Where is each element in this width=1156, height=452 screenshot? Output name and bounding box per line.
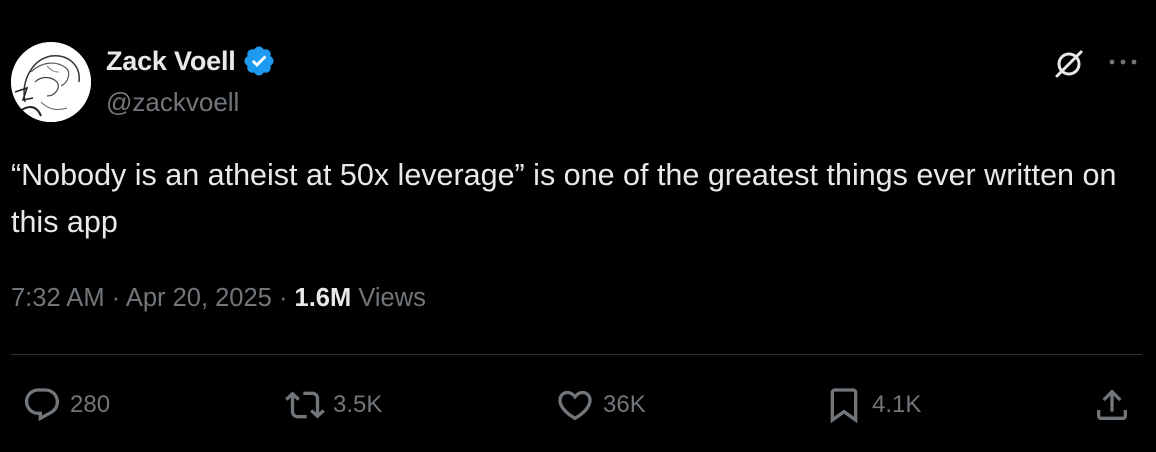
like-count: 36K bbox=[603, 391, 646, 418]
tweet-meta: 7:32 AM · Apr 20, 2025 · 1.6M Views bbox=[11, 284, 426, 313]
meta-separator: · bbox=[271, 284, 295, 312]
author-name-row[interactable]: Zack Voell bbox=[106, 44, 276, 78]
verified-badge-icon bbox=[244, 46, 274, 76]
tweet-text: “Nobody is an atheist at 50x leverage” i… bbox=[11, 158, 1117, 239]
divider bbox=[11, 354, 1142, 355]
bookmark-count: 4.1K bbox=[872, 391, 922, 418]
author-handle[interactable]: @zackvoell bbox=[106, 87, 239, 118]
bookmark-icon bbox=[830, 388, 858, 424]
repost-count: 3.5K bbox=[333, 391, 383, 418]
more-icon[interactable] bbox=[1106, 52, 1140, 72]
bookmark-button[interactable]: 4.1K bbox=[824, 385, 921, 425]
tweet-time[interactable]: 7:32 AM bbox=[11, 284, 105, 312]
tweet-date[interactable]: Apr 20, 2025 bbox=[126, 284, 272, 312]
reply-button[interactable]: 280 bbox=[22, 385, 110, 425]
views-label: Views bbox=[358, 284, 426, 312]
grok-icon[interactable] bbox=[1053, 48, 1085, 80]
avatar-sketch-icon bbox=[11, 42, 91, 122]
like-button[interactable]: 36K bbox=[555, 385, 646, 425]
like-icon bbox=[558, 390, 592, 421]
repost-icon bbox=[285, 391, 325, 419]
avatar[interactable] bbox=[11, 42, 91, 122]
share-button[interactable] bbox=[1092, 385, 1132, 425]
share-icon bbox=[1097, 389, 1127, 420]
reply-icon bbox=[24, 388, 60, 422]
author-display-name[interactable]: Zack Voell bbox=[106, 46, 236, 77]
repost-button[interactable]: 3.5K bbox=[285, 385, 382, 425]
views-count: 1.6M bbox=[294, 284, 352, 312]
meta-separator: · bbox=[104, 284, 126, 312]
reply-count: 280 bbox=[70, 391, 111, 418]
